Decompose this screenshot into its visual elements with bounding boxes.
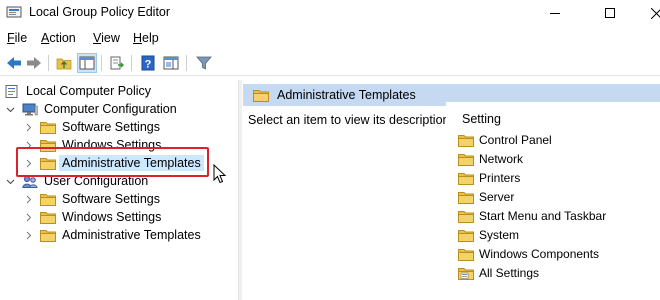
toolbar: ? — [0, 50, 660, 76]
forward-arrow-icon — [27, 57, 41, 69]
folder-icon — [458, 172, 474, 185]
pane-splitter[interactable] — [238, 80, 242, 300]
close-button[interactable] — [633, 0, 660, 26]
tree-label: Local Computer Policy — [26, 84, 152, 98]
menu-action[interactable]: Action — [41, 31, 76, 45]
folder-icon — [458, 134, 474, 147]
list-item-label: Control Panel — [479, 133, 552, 147]
title-bar: Local Group Policy Editor — [0, 0, 660, 26]
toolbar-separator — [186, 55, 187, 71]
forward-button[interactable] — [24, 53, 44, 73]
help-icon: ? — [141, 55, 155, 71]
properties-pane-icon — [163, 56, 179, 70]
policy-editor-app-icon — [6, 6, 22, 18]
minimize-icon — [550, 12, 560, 14]
folder-icon — [253, 89, 269, 102]
folder-icon — [40, 229, 56, 242]
console-tree: Local Computer Policy Computer Configura… — [0, 80, 238, 300]
menu-view[interactable]: View — [93, 31, 120, 45]
tree-label: Administrative Templates — [62, 228, 201, 242]
menu-bar: File Action View Help — [0, 28, 660, 48]
close-icon — [650, 7, 660, 19]
tree-label: Software Settings — [62, 192, 160, 206]
filter-icon — [196, 56, 212, 70]
list-item-label: All Settings — [479, 266, 540, 280]
details-header-title: Administrative Templates — [277, 88, 416, 102]
list-item-printers[interactable]: Printers — [458, 169, 520, 187]
chevron-down-icon[interactable] — [4, 103, 16, 115]
tree-node-user-administrative-templates[interactable]: Administrative Templates — [22, 226, 201, 244]
toolbar-separator — [48, 55, 49, 71]
tree-node-user-software-settings[interactable]: Software Settings — [22, 190, 160, 208]
list-item-network[interactable]: Network — [458, 150, 523, 168]
computer-icon — [22, 103, 38, 115]
folder-icon — [40, 211, 56, 224]
policy-document-icon — [5, 84, 18, 98]
window-title: Local Group Policy Editor — [29, 5, 171, 19]
tree-label: Windows Settings — [62, 210, 162, 224]
list-item-label: System — [479, 228, 520, 242]
filter-button[interactable] — [194, 53, 214, 73]
list-item-system[interactable]: System — [458, 226, 519, 244]
back-arrow-icon — [7, 57, 21, 69]
tree-node-local-computer-policy[interactable]: Local Computer Policy — [4, 82, 151, 100]
chevron-down-icon[interactable] — [4, 175, 16, 187]
list-item-control-panel[interactable]: Control Panel — [458, 131, 552, 149]
list-item-label: Windows Components — [479, 247, 600, 261]
mouse-cursor-icon — [213, 164, 227, 184]
show-hide-console-tree-button[interactable] — [77, 53, 97, 73]
maximize-button[interactable] — [587, 0, 633, 26]
list-item-label: Start Menu and Taskbar — [479, 209, 607, 223]
folder-icon — [458, 248, 474, 261]
list-item-server[interactable]: Server — [458, 188, 514, 206]
chevron-right-icon[interactable] — [22, 229, 34, 241]
tree-label: Computer Configuration — [44, 102, 177, 116]
tree-node-computer-configuration[interactable]: Computer Configuration — [4, 100, 177, 118]
list-item-start-menu-and-taskbar[interactable]: Start Menu and Taskbar — [458, 207, 606, 225]
list-item-windows-components[interactable]: Windows Components — [458, 245, 599, 263]
folder-icon — [458, 153, 474, 166]
description-hint: Select an item to view its description. — [248, 113, 453, 127]
list-item-all-settings[interactable]: All Settings — [458, 264, 539, 282]
folder-icon — [458, 229, 474, 242]
maximize-icon — [605, 8, 615, 18]
highlight-annotation-box — [16, 147, 209, 177]
list-item-label: Printers — [479, 171, 521, 185]
list-item-label: Server — [479, 190, 515, 204]
all-settings-icon — [458, 267, 474, 280]
show-hide-tree-icon — [79, 56, 95, 70]
properties-pane-button[interactable] — [161, 53, 181, 73]
svg-text:?: ? — [145, 59, 152, 71]
tree-label: Software Settings — [62, 120, 160, 134]
list-item-label: Network — [479, 152, 524, 166]
back-button[interactable] — [4, 53, 24, 73]
chevron-right-icon[interactable] — [22, 121, 34, 133]
settings-list: Setting Control Panel Network Printers S… — [446, 102, 660, 300]
folder-icon — [40, 193, 56, 206]
minimize-button[interactable] — [532, 0, 578, 26]
up-one-level-button[interactable] — [54, 53, 74, 73]
menu-help[interactable]: Help — [133, 31, 159, 45]
toolbar-separator — [131, 55, 132, 71]
up-folder-icon — [56, 58, 72, 70]
help-button[interactable]: ? — [138, 53, 158, 73]
chevron-right-icon[interactable] — [22, 193, 34, 205]
details-pane: Administrative Templates Select an item … — [243, 80, 660, 300]
chevron-right-icon[interactable] — [22, 211, 34, 223]
folder-icon — [458, 191, 474, 204]
tree-node-software-settings[interactable]: Software Settings — [22, 118, 160, 136]
export-list-button[interactable] — [107, 53, 127, 73]
column-header-setting[interactable]: Setting — [462, 112, 501, 126]
toolbar-separator — [101, 55, 102, 71]
export-list-icon — [110, 56, 124, 70]
tree-node-user-windows-settings[interactable]: Windows Settings — [22, 208, 161, 226]
menu-file[interactable]: File — [7, 31, 27, 45]
folder-icon — [40, 121, 56, 134]
folder-icon — [458, 210, 474, 223]
